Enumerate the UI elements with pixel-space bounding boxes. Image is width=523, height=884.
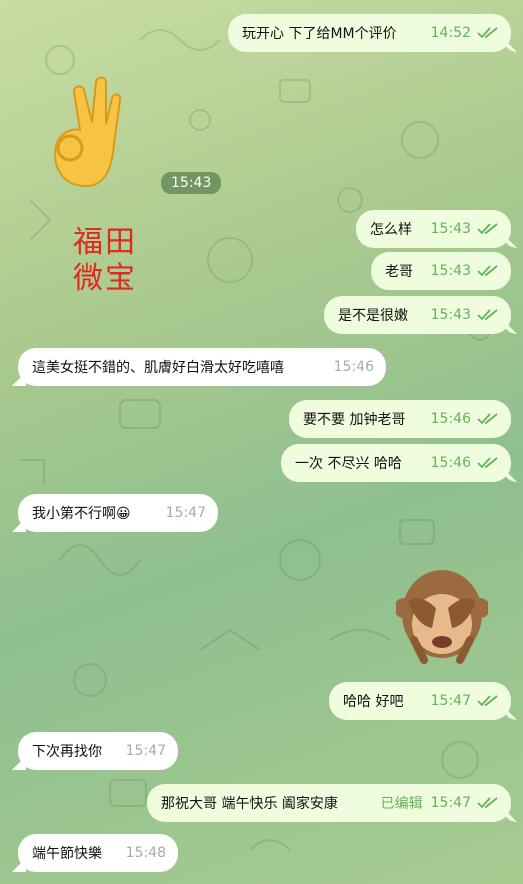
- message-bubble-outgoing[interactable]: 那祝大哥 端午快乐 阖家安康 已编辑 15:47: [147, 784, 511, 822]
- message-bubble-outgoing[interactable]: 玩开心 下了给MM个评价 14:52: [228, 14, 511, 52]
- sticker-timestamp: 15:43: [161, 172, 222, 194]
- message-text: 要不要 加钟老哥: [303, 412, 406, 428]
- ok-hand-sticker[interactable]: [46, 74, 124, 194]
- message-bubble-incoming[interactable]: 這美女挺不錯的、肌膚好白滑太好吃嘻嘻 15:46: [18, 348, 386, 386]
- message-text: 玩开心 下了给MM个评价: [242, 26, 397, 42]
- ok-hand-icon: [54, 76, 122, 188]
- message-time: 15:43: [430, 221, 471, 237]
- message-time: 15:46: [430, 455, 471, 471]
- message-text: 那祝大哥 端午快乐 阖家安康: [161, 796, 338, 812]
- monkey-sticker[interactable]: [394, 562, 490, 668]
- message-bubble-outgoing[interactable]: 哈哈 好吧 15:47: [329, 682, 511, 720]
- message-time: 15:47: [165, 505, 206, 521]
- message-time: 15:47: [430, 795, 471, 811]
- see-no-evil-monkey-icon: [394, 570, 490, 664]
- message-bubble-outgoing[interactable]: 要不要 加钟老哥 15:46: [289, 400, 511, 438]
- message-text: 這美女挺不錯的、肌膚好白滑太好吃嘻嘻: [32, 360, 284, 376]
- edited-label: 已编辑: [380, 796, 423, 812]
- read-checkmarks-icon: [477, 265, 498, 277]
- read-checkmarks-icon: [477, 695, 498, 707]
- read-checkmarks-icon: [477, 797, 498, 809]
- message-time: 15:43: [430, 263, 471, 279]
- message-bubble-outgoing[interactable]: 老哥 15:43: [371, 252, 511, 290]
- message-text: 一次 不尽兴 哈哈: [295, 456, 402, 472]
- message-bubble-outgoing[interactable]: 怎么样 15:43: [356, 210, 511, 248]
- read-checkmarks-icon: [477, 223, 498, 235]
- message-text: 我小第不行啊😀: [32, 506, 131, 522]
- read-checkmarks-icon: [477, 309, 498, 321]
- message-text: 老哥: [385, 264, 413, 280]
- sticker-caption: 福田 微宝: [73, 225, 137, 297]
- sticker-caption-line1: 福田: [73, 225, 137, 260]
- message-text: 怎么样: [370, 222, 412, 238]
- message-bubble-incoming[interactable]: 端午節快樂 15:48: [18, 834, 178, 872]
- message-text: 下次再找你: [32, 744, 102, 760]
- message-time: 15:46: [333, 359, 374, 375]
- message-bubble-incoming[interactable]: 下次再找你 15:47: [18, 732, 178, 770]
- message-bubble-outgoing[interactable]: 是不是很嫩 15:43: [324, 296, 511, 334]
- chat-area: 15:43 福田 微宝 玩开心 下了给MM个评价 14:52 怎么样 15:43…: [0, 0, 523, 884]
- message-time: 14:52: [430, 25, 471, 41]
- message-time: 15:43: [430, 307, 471, 323]
- message-time: 15:46: [430, 411, 471, 427]
- message-time: 15:47: [430, 693, 471, 709]
- message-text: 是不是很嫩: [338, 308, 408, 324]
- read-checkmarks-icon: [477, 27, 498, 39]
- message-time: 15:47: [125, 743, 166, 759]
- message-time: 15:48: [125, 845, 166, 861]
- sticker-caption-line2: 微宝: [73, 261, 137, 296]
- message-text: 哈哈 好吧: [343, 694, 404, 710]
- read-checkmarks-icon: [477, 457, 498, 469]
- message-bubble-incoming[interactable]: 我小第不行啊😀 15:47: [18, 494, 218, 532]
- read-checkmarks-icon: [477, 413, 498, 425]
- message-text: 端午節快樂: [32, 846, 102, 862]
- message-bubble-outgoing[interactable]: 一次 不尽兴 哈哈 15:46: [281, 444, 511, 482]
